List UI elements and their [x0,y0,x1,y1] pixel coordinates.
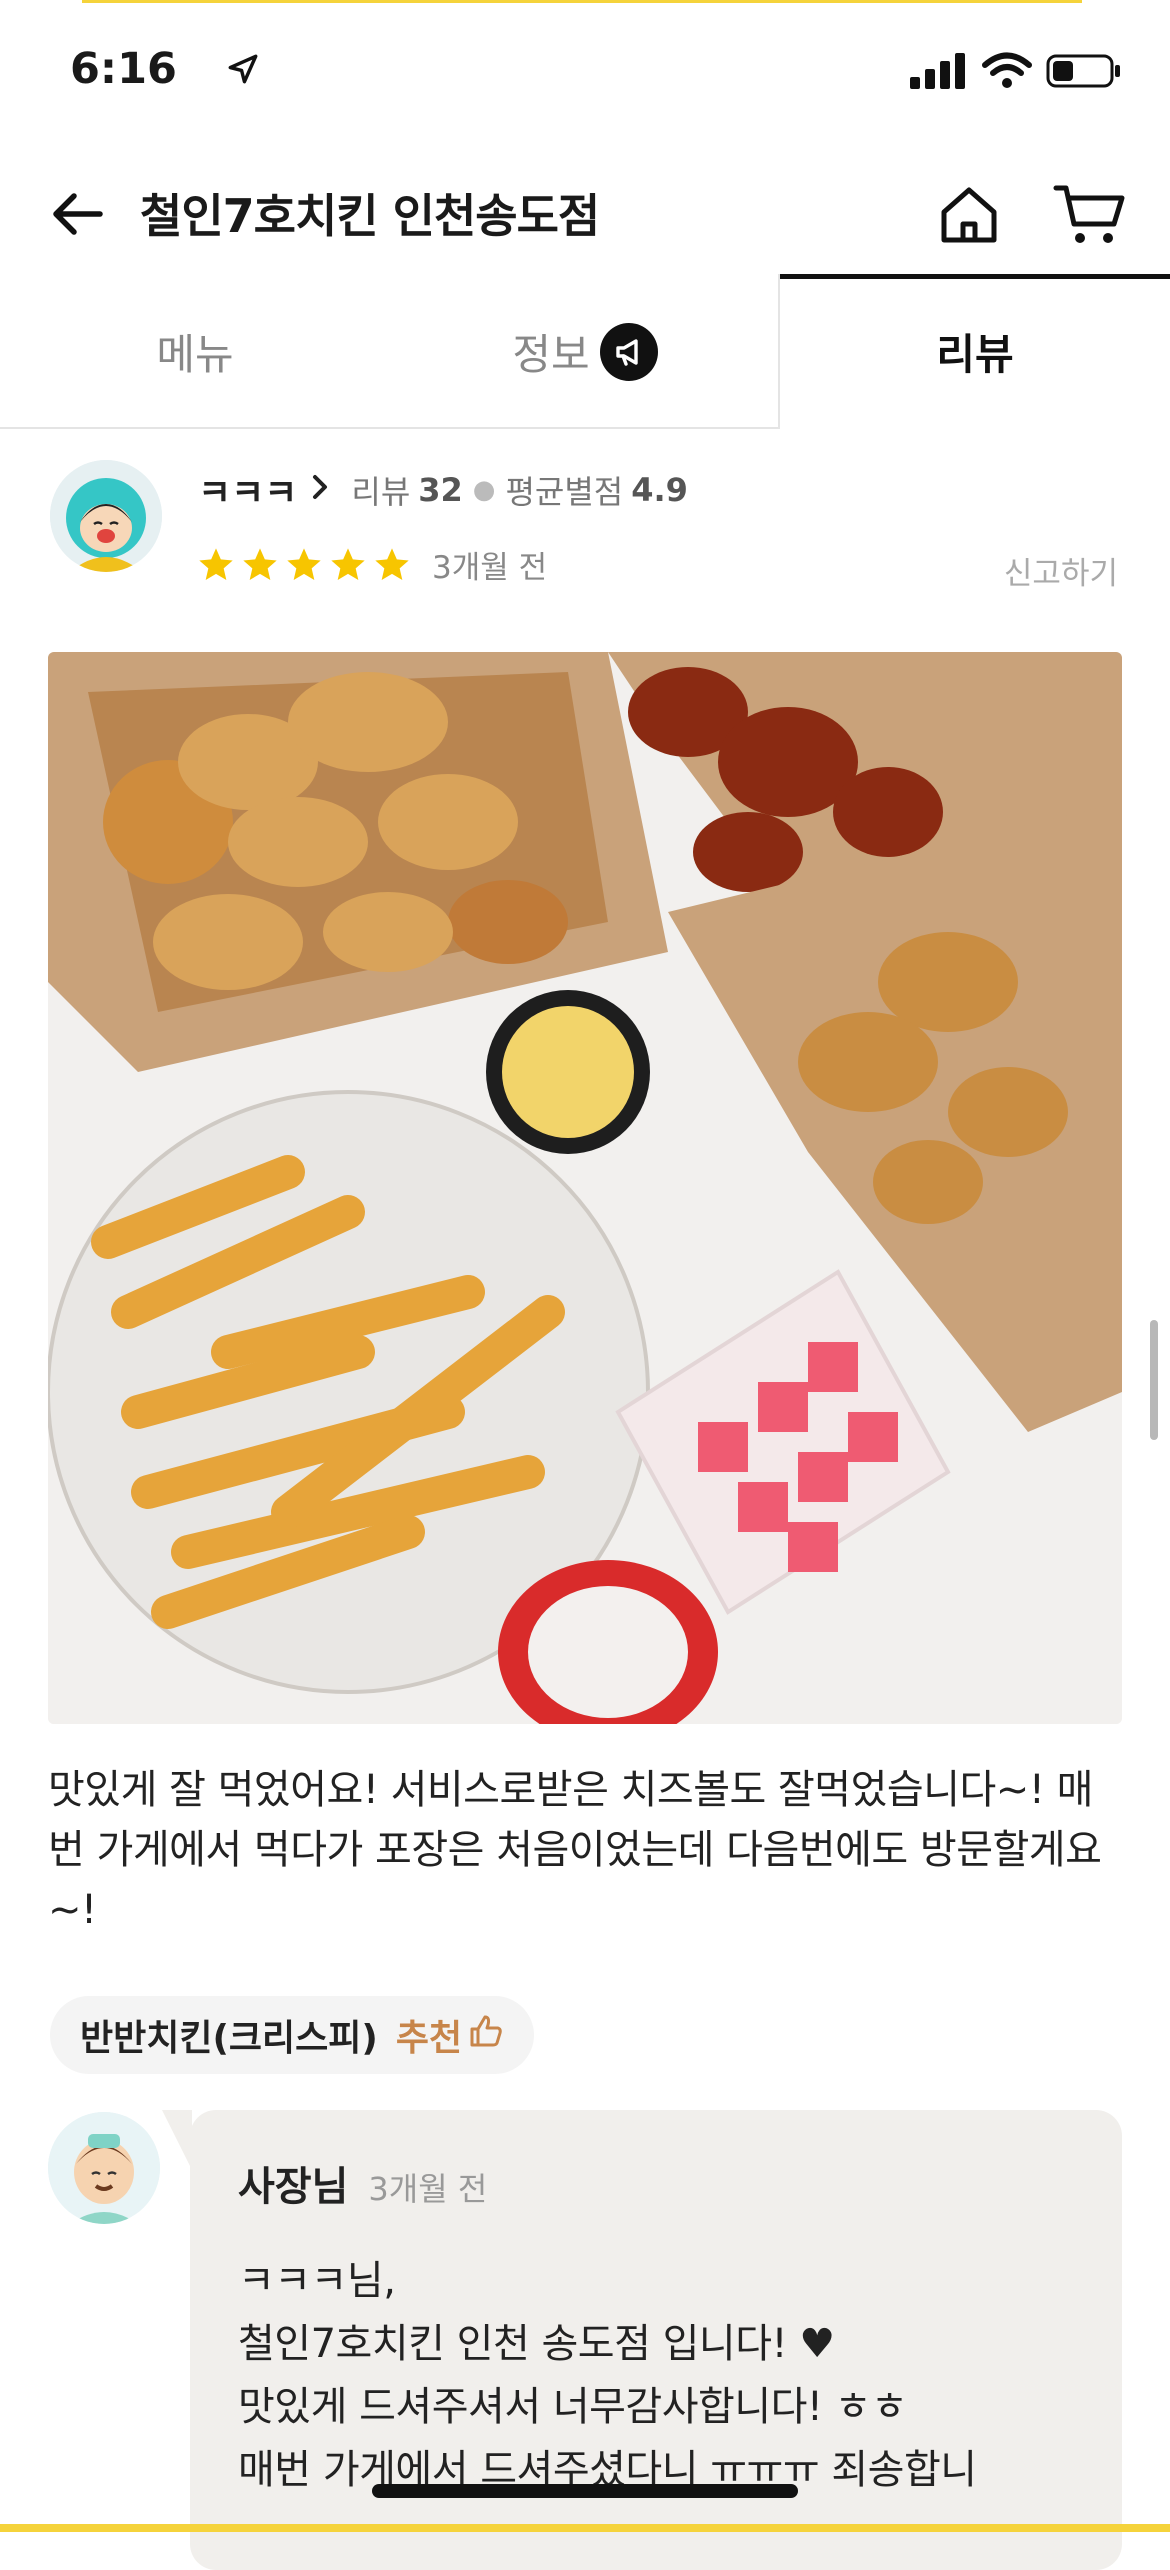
tab-review-label: 리뷰 [936,330,1014,379]
avg-rating-label: 평균별점 [505,473,624,511]
home-button[interactable] [934,180,1004,250]
battery-icon [1046,53,1122,93]
meta-separator: ● [472,475,496,505]
chevron-right-icon [311,470,329,510]
avg-rating: 4.9 [631,471,688,509]
recommend-label: 추천 [395,2018,463,2059]
reviewer-name[interactable]: ㅋㅋㅋ [198,464,297,516]
review-time: 3개월 전 [432,550,548,586]
reply-line: 철인7호치킨 인천 송도점 입니다! ♥ [238,2321,835,2367]
tab-menu-label: 메뉴 [156,330,234,379]
tab-bar: 메뉴 정보 리뷰 [0,274,1170,429]
star-icon [243,547,277,580]
back-button[interactable] [46,182,110,246]
reviewer-avatar[interactable] [50,460,162,572]
rating-row: 3개월 전 [196,542,547,587]
reviewer-info: ㅋㅋㅋ 리뷰 32 ● 평균별점 4.9 [198,464,688,516]
home-indicator[interactable] [372,2484,798,2498]
thumbs-up-icon [468,2013,504,2058]
wifi-icon [982,52,1032,94]
megaphone-icon [599,322,658,381]
review-text: 맛있게 잘 먹었어요! 서비스로받은 치즈볼도 잘먹었습니다~! 매번 가게에서… [48,1767,1102,1933]
star-icon [375,547,409,580]
review-count: 32 [418,471,463,509]
location-arrow-icon [226,52,260,90]
cart-button[interactable] [1052,180,1128,250]
reply-line: 맛있게 드셔주셔서 너무감사합니다! ㅎㅎ [238,2384,908,2430]
tab-menu[interactable]: 메뉴 [0,274,390,429]
review-count-label: 리뷰 [351,473,411,511]
owner-name: 사장님 [238,2164,349,2210]
reply-notch [162,2110,192,2170]
bottom-accent-bar [0,2524,1170,2532]
star-icon [199,547,233,580]
status-indicators [910,52,1122,94]
home-icon [941,187,997,243]
star-icon [287,547,321,580]
status-time: 6:16 [70,44,177,94]
owner-reply-time: 3개월 전 [368,2170,488,2208]
owner-reply: 사장님 3개월 전 ㅋㅋㅋ님, 철인7호치킨 인천 송도점 입니다! ♥ 맛있게… [190,2110,1122,2570]
signal-icon [910,53,968,93]
star-rating [196,545,412,585]
owner-header: 사장님 3개월 전 [238,2154,487,2212]
star-icon [331,547,365,580]
tab-info-label: 정보 [512,330,590,379]
status-bar: 6:16 [0,0,1170,140]
report-button[interactable]: 신고하기 [1004,548,1118,593]
tab-review[interactable]: 리뷰 [780,274,1170,429]
owner-reply-text: ㅋㅋㅋ님, 철인7호치킨 인천 송도점 입니다! ♥ 맛있게 드셔주셔서 너무감… [238,2250,1098,2502]
header: 철인7호치킨 인천송도점 [0,160,1170,270]
ordered-menu-chip: 반반치킨(크리스피) 추천 [50,1996,535,2074]
scrollbar-thumb[interactable] [1150,1320,1158,1440]
cart-icon [1053,185,1125,243]
review-photo[interactable] [48,652,1122,1724]
store-title: 철인7호치킨 인천송도점 [140,189,600,243]
menu-name: 반반치킨(크리스피) [80,2018,378,2059]
owner-avatar [48,2112,160,2224]
reply-line: ㅋㅋㅋ님, [238,2258,396,2304]
tab-info[interactable]: 정보 [390,274,780,429]
back-arrow-icon [53,193,103,235]
